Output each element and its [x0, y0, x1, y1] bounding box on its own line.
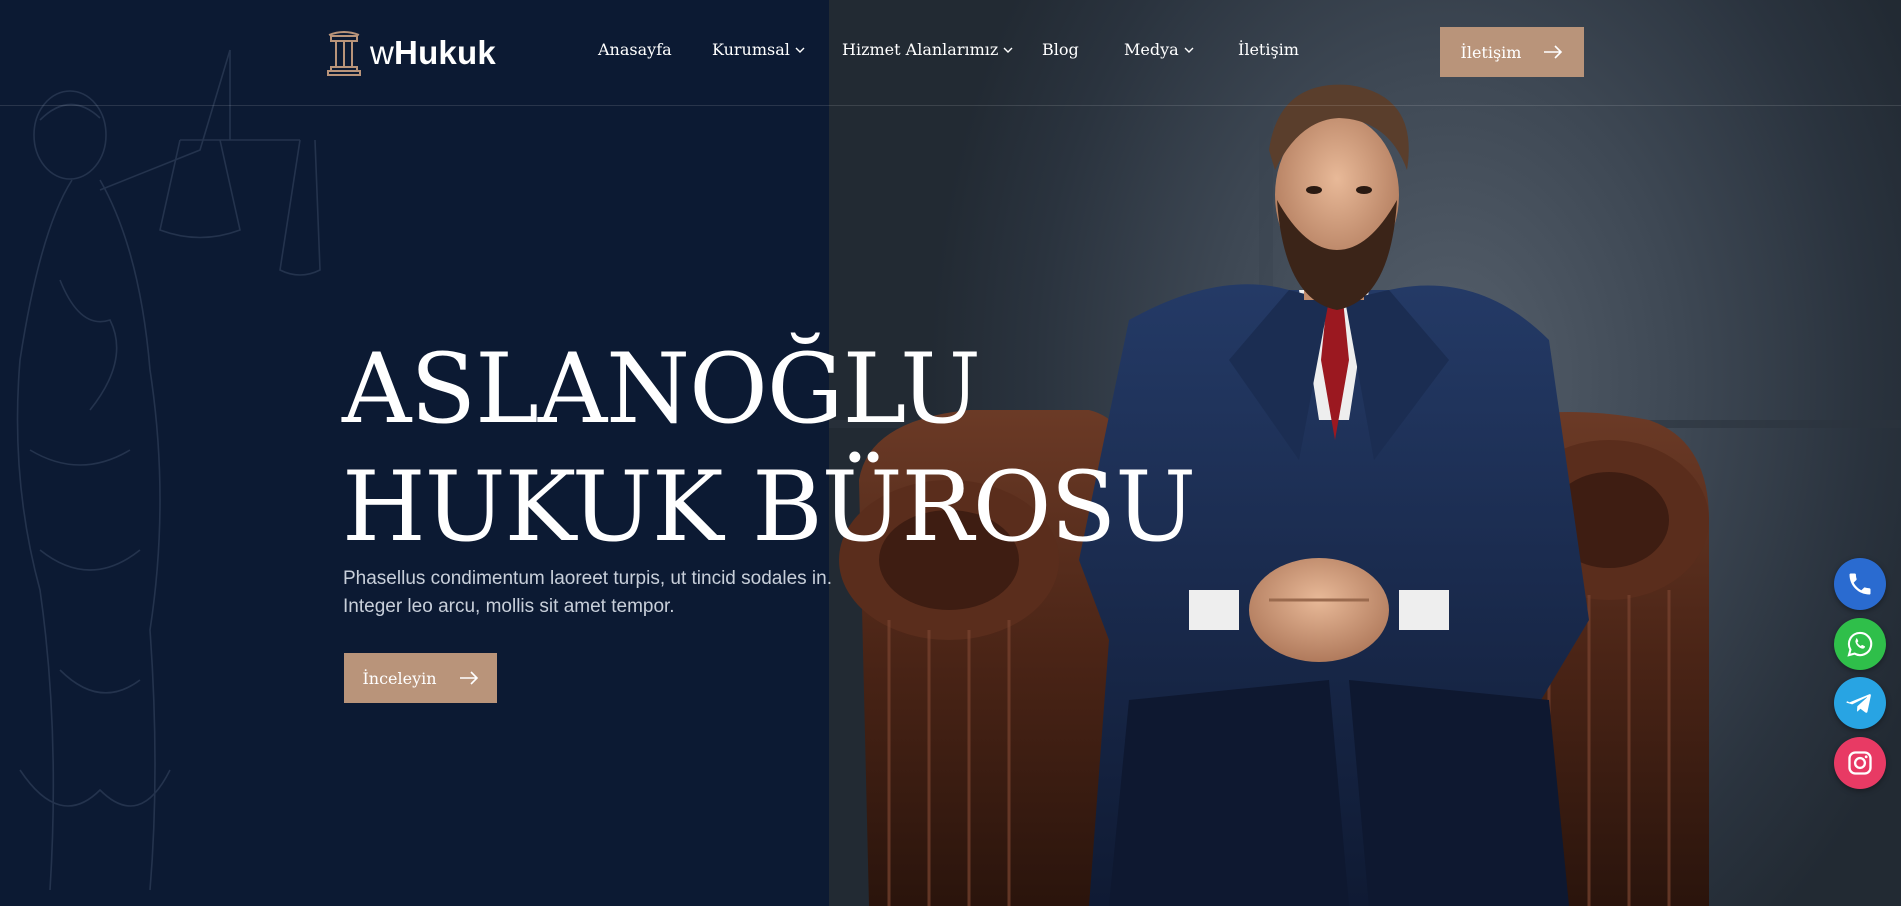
- nav-label: Blog: [1042, 40, 1079, 59]
- nav-item-anasayfa[interactable]: Anasayfa: [598, 40, 672, 59]
- phone-icon: [1849, 573, 1871, 595]
- chevron-down-icon: [1003, 47, 1013, 53]
- nav-item-iletisim[interactable]: İletişim: [1238, 40, 1299, 59]
- chevron-down-icon: [795, 47, 805, 53]
- nav-label: Hizmet Alanlarımız: [842, 40, 999, 59]
- arrow-right-icon: [1544, 45, 1563, 59]
- instagram-button[interactable]: [1834, 737, 1886, 789]
- nav-item-blog[interactable]: Blog: [1042, 40, 1079, 59]
- hero-title-line2: HUKUK BÜROSU: [342, 451, 1196, 563]
- whatsapp-icon: [1847, 631, 1873, 657]
- main-nav: Anasayfa Kurumsal Hizmet Alanlarımız Blo…: [0, 0, 1901, 106]
- nav-label: İletişim: [1238, 40, 1299, 59]
- justice-statue-watermark: [16, 49, 321, 891]
- arrow-right-icon: [459, 671, 478, 685]
- nav-label: Anasayfa: [598, 40, 672, 59]
- nav-label: Medya: [1124, 40, 1179, 59]
- hero-subtitle: Phasellus condimentum laoreet turpis, ut…: [343, 568, 832, 617]
- hero-title-line1: ASLANOĞLU: [342, 333, 981, 445]
- nav-item-hizmet-alanlarimiz[interactable]: Hizmet Alanlarımız: [842, 40, 1013, 59]
- telegram-icon: [1846, 694, 1871, 713]
- nav-item-medya[interactable]: Medya: [1124, 40, 1194, 59]
- site-header: wHukuk Anasayfa Kurumsal Hizmet Alanları…: [0, 0, 1901, 106]
- explore-button[interactable]: İnceleyin: [344, 653, 497, 703]
- hero-title: ASLANOĞLU HUKUK BÜROSU: [342, 330, 1242, 566]
- nav-label: Kurumsal: [712, 40, 790, 59]
- contact-button[interactable]: İletişim: [1440, 27, 1584, 77]
- chevron-down-icon: [1184, 47, 1194, 53]
- contact-button-label: İletişim: [1460, 42, 1522, 62]
- explore-button-label: İnceleyin: [362, 668, 437, 688]
- telegram-button[interactable]: [1834, 677, 1886, 729]
- whatsapp-button[interactable]: [1834, 618, 1886, 670]
- instagram-icon: [1848, 751, 1872, 775]
- phone-button[interactable]: [1834, 558, 1886, 610]
- nav-item-kurumsal[interactable]: Kurumsal: [712, 40, 805, 59]
